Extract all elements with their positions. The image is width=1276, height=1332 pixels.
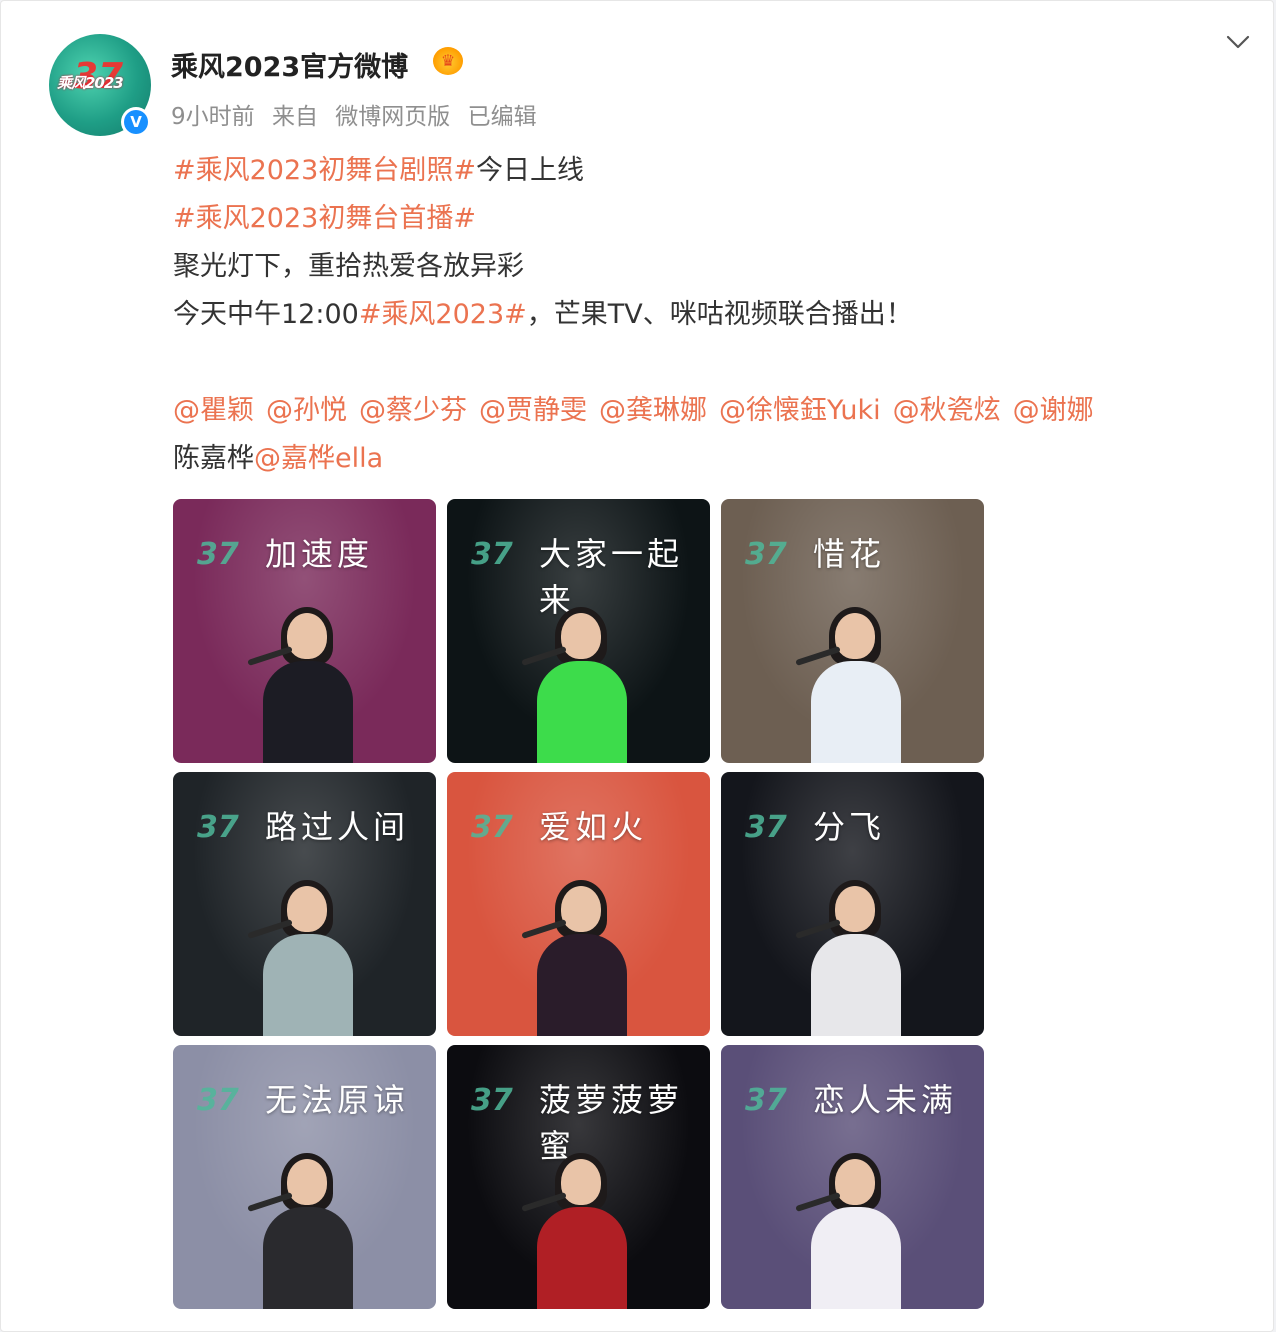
mention-link[interactable]: @龚琳娜 bbox=[599, 395, 707, 426]
image-thumbnail[interactable]: 37 惜花 bbox=[721, 499, 984, 763]
show-logo-icon: 37 bbox=[197, 1083, 239, 1118]
image-title: 分飞 bbox=[813, 808, 886, 846]
edited-label[interactable]: 已编辑 bbox=[468, 104, 537, 130]
mention-link[interactable]: @谢娜 bbox=[1013, 395, 1094, 426]
show-logo-icon: 37 bbox=[745, 537, 787, 572]
post-meta: 9小时前 来自 微博网页版 已编辑 bbox=[171, 97, 547, 131]
source-prefix: 来自 bbox=[271, 104, 318, 130]
show-logo-icon: 37 bbox=[197, 537, 239, 572]
show-logo-icon: 37 bbox=[471, 1083, 513, 1118]
image-title: 路过人间 bbox=[265, 808, 410, 846]
show-logo-icon: 37 bbox=[745, 1083, 787, 1118]
mention-link[interactable]: @贾静雯 bbox=[479, 395, 587, 426]
show-logo-icon: 37 bbox=[745, 810, 787, 845]
verified-badge-icon: V bbox=[121, 107, 151, 137]
weibo-post-card: 37 乘风2023 V 乘风2023官方微博 ♛ 9小时前 来自 微博网页版 已… bbox=[0, 0, 1274, 1332]
image-thumbnail[interactable]: 37 分飞 bbox=[721, 772, 984, 1036]
mention-link[interactable]: @徐懐鈺Yuki bbox=[719, 395, 881, 426]
mention-link[interactable]: @瞿颖 bbox=[173, 395, 254, 426]
image-thumbnail[interactable]: 37 加速度 bbox=[173, 499, 436, 763]
show-logo-icon: 37 bbox=[471, 537, 513, 572]
image-title: 菠萝菠萝蜜 bbox=[539, 1081, 684, 1165]
performer-figure bbox=[795, 607, 911, 763]
image-thumbnail[interactable]: 37 爱如火 bbox=[447, 772, 710, 1036]
image-title: 恋人未满 bbox=[813, 1081, 958, 1119]
post-text: 陈嘉桦 bbox=[173, 443, 254, 474]
image-title: 加速度 bbox=[265, 535, 374, 573]
mention-link[interactable]: @孙悦 bbox=[266, 395, 347, 426]
crown-icon[interactable]: ♛ bbox=[433, 47, 463, 75]
post-time[interactable]: 9小时前 bbox=[171, 104, 255, 130]
performer-figure bbox=[795, 1153, 911, 1309]
performer-figure bbox=[795, 880, 911, 1036]
hashtag-link[interactable]: #乘风2023初舞台剧照# bbox=[173, 155, 476, 186]
image-grid: 37 加速度 37 大家一起来 37 惜花 37 路过人间 37 爱如火 37 分飞 37 无法原谅 37 菠… bbox=[173, 499, 985, 1311]
show-logo-icon: 37 bbox=[471, 810, 513, 845]
performer-figure bbox=[247, 880, 363, 1036]
image-thumbnail[interactable]: 37 路过人间 bbox=[173, 772, 436, 1036]
post-text: ，芒果TV、咪咕视频联合播出！ bbox=[526, 299, 913, 330]
avatar-label: 乘风2023 bbox=[57, 74, 124, 92]
mention-link[interactable]: @嘉桦ella bbox=[254, 443, 383, 474]
post-text: 聚光灯下，重拾热爱各放异彩 bbox=[173, 251, 524, 282]
image-title: 惜花 bbox=[813, 535, 886, 573]
mention-link[interactable]: @蔡少芬 bbox=[359, 395, 467, 426]
image-title: 爱如火 bbox=[539, 808, 648, 846]
username[interactable]: 乘风2023官方微博 bbox=[171, 45, 408, 84]
post-content: #乘风2023初舞台剧照#今日上线 #乘风2023初舞台首播# 聚光灯下，重拾热… bbox=[173, 147, 1106, 483]
chevron-down-icon[interactable] bbox=[1223, 27, 1253, 57]
mention-link[interactable]: @秋瓷炫 bbox=[893, 395, 1001, 426]
performer-figure bbox=[521, 1153, 637, 1309]
performer-figure bbox=[247, 1153, 363, 1309]
image-title: 大家一起来 bbox=[539, 535, 684, 619]
image-thumbnail[interactable]: 37 无法原谅 bbox=[173, 1045, 436, 1309]
image-thumbnail[interactable]: 37 大家一起来 bbox=[447, 499, 710, 763]
performer-figure bbox=[521, 607, 637, 763]
mention-list: @瞿颖 @孙悦 @蔡少芬 @贾静雯 @龚琳娜 @徐懐鈺Yuki @秋瓷炫 @谢娜 bbox=[173, 387, 1106, 435]
post-source[interactable]: 微博网页版 bbox=[335, 104, 450, 130]
image-thumbnail[interactable]: 37 恋人未满 bbox=[721, 1045, 984, 1309]
post-text: 今日上线 bbox=[475, 155, 584, 186]
show-logo-icon: 37 bbox=[197, 810, 239, 845]
performer-figure bbox=[521, 880, 637, 1036]
hashtag-link[interactable]: #乘风2023# bbox=[359, 299, 527, 330]
image-thumbnail[interactable]: 37 菠萝菠萝蜜 bbox=[447, 1045, 710, 1309]
post-text: 今天中午12:00 bbox=[173, 299, 359, 330]
performer-figure bbox=[247, 607, 363, 763]
image-title: 无法原谅 bbox=[265, 1081, 410, 1119]
hashtag-link[interactable]: #乘风2023初舞台首播# bbox=[173, 203, 476, 234]
